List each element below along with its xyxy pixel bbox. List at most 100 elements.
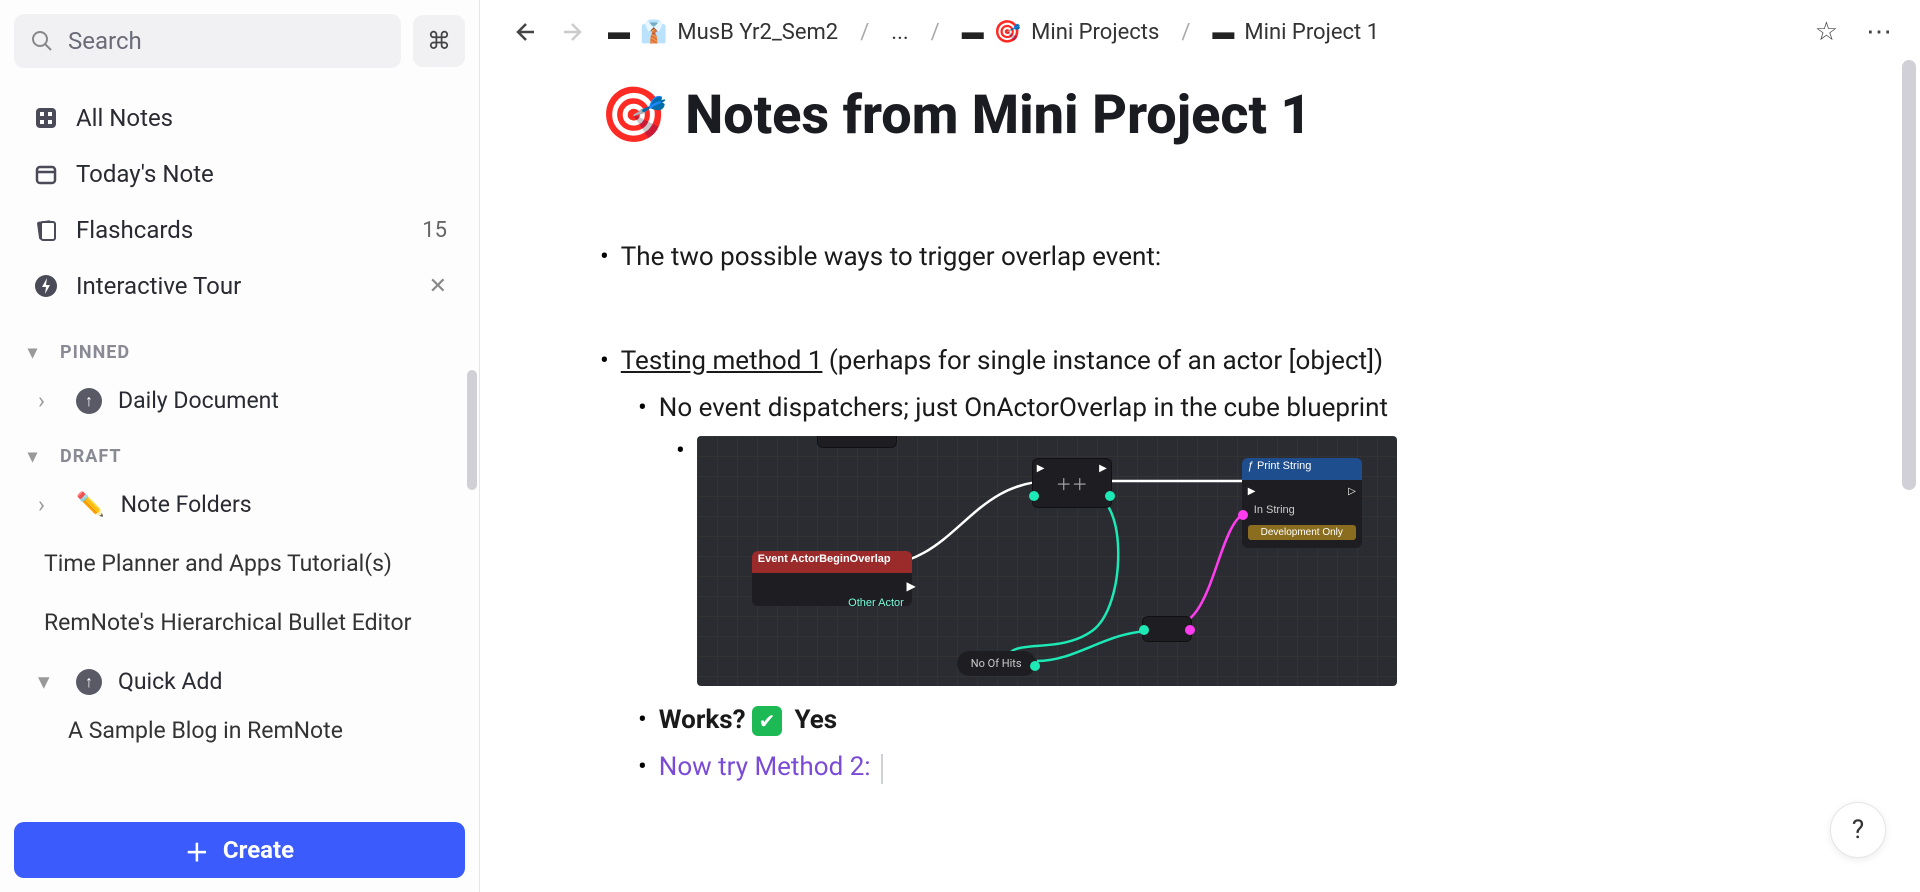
blueprint-screenshot: Event ActorBeginOverlap Other Actor ▶ ＋＋… <box>697 436 1397 686</box>
section-pinned[interactable]: ▾ PINNED <box>0 326 479 371</box>
quick-add[interactable]: ▾ ↑ Quick Add <box>10 656 469 707</box>
item-remnote-editor[interactable]: RemNote's Hierarchical Bullet Editor <box>10 597 469 648</box>
underline-text: Testing method 1 <box>621 346 823 376</box>
node-print-string: ƒ Print String ▶ ▷ In String Development… <box>1242 458 1362 548</box>
bullet-line[interactable]: • No event dispatchers; just OnActorOver… <box>638 388 1800 430</box>
breadcrumb-1[interactable]: ▬ 👔 MusB Yr2_Sem2 <box>608 19 838 45</box>
bullet-line[interactable]: • Now try Method 2: <box>638 747 1800 789</box>
node-pin-label: Other Actor <box>760 597 904 609</box>
draft-item-label: Note Folders <box>121 491 252 518</box>
nav-back-button[interactable] <box>508 16 540 48</box>
plus-icon: ＋ <box>185 833 209 868</box>
grid-icon <box>32 106 60 130</box>
line-text: Testing method 1 (perhaps for single ins… <box>621 341 1383 383</box>
nav-flashcards-label: Flashcards <box>76 216 193 244</box>
breadcrumb-label: MusB Yr2_Sem2 <box>677 20 838 45</box>
bullet-dot: • <box>600 237 609 279</box>
quick-add-child[interactable]: A Sample Blog in RemNote <box>10 717 469 744</box>
bullet-dot: • <box>676 436 685 686</box>
main-area: ▬ 👔 MusB Yr2_Sem2 / ... / ▬ 🎯 Mini Proje… <box>480 0 1920 892</box>
page-title[interactable]: 🎯 Notes from Mini Project 1 <box>600 84 1800 147</box>
pinned-daily-document[interactable]: › ↑ Daily Document <box>10 375 469 426</box>
circle-up-icon: ↑ <box>76 669 102 695</box>
create-label: Create <box>223 836 294 864</box>
folder-icon: ▬ <box>1212 19 1234 45</box>
node-variable: No Of Hits <box>957 651 1036 676</box>
flashcards-count: 15 <box>422 218 447 243</box>
bullet-dot: • <box>600 341 609 383</box>
breadcrumb-3[interactable]: ▬ Mini Project 1 <box>1212 19 1379 45</box>
item-label: RemNote's Hierarchical Bullet Editor <box>44 609 411 636</box>
command-key-button[interactable]: ⌘ <box>413 15 465 67</box>
chevron-right-icon[interactable]: › <box>38 491 56 518</box>
node-title: Event ActorBeginOverlap <box>758 553 891 565</box>
breadcrumb-sep: / <box>856 20 873 45</box>
topbar-actions: ☆ ⋯ <box>1815 17 1892 47</box>
nav-interactive-tour[interactable]: Interactive Tour ✕ <box>10 260 469 312</box>
search-input[interactable]: Search <box>14 14 401 68</box>
section-draft[interactable]: ▾ DRAFT <box>0 430 479 475</box>
embedded-image-row[interactable]: • Event ActorBeginOverlap Other Actor ▶ <box>676 436 1800 686</box>
main-scrollbar[interactable] <box>1902 60 1916 490</box>
bullet-line[interactable]: • Works? ✔ Yes <box>638 700 1800 742</box>
line-text: Works? ✔ Yes <box>659 700 837 742</box>
chevron-down-icon: ▾ <box>28 342 46 363</box>
quick-add-child-label: A Sample Blog in RemNote <box>68 717 343 744</box>
breadcrumb-sep: / <box>1177 20 1194 45</box>
node-stub <box>817 436 897 448</box>
close-icon[interactable]: ✕ <box>429 274 447 299</box>
node-increment: ＋＋ ▶ ▶ <box>1032 458 1112 508</box>
bolt-icon <box>32 274 60 298</box>
chevron-right-icon[interactable]: › <box>38 387 56 414</box>
nav-todays-note-label: Today's Note <box>76 160 214 188</box>
cards-icon <box>32 218 60 242</box>
node-bridge <box>1142 616 1192 642</box>
chevron-down-icon: ▾ <box>28 446 46 467</box>
breadcrumb-sep: / <box>927 20 944 45</box>
section-pinned-label: PINNED <box>60 342 130 363</box>
works-answer: Yes <box>794 705 837 735</box>
breadcrumb-ellipsis[interactable]: ... <box>891 20 908 45</box>
line-text: The two possible ways to trigger overlap… <box>621 237 1161 279</box>
star-icon[interactable]: ☆ <box>1815 17 1838 47</box>
document-body[interactable]: 🎯 Notes from Mini Project 1 • The two po… <box>480 64 1920 892</box>
more-icon[interactable]: ⋯ <box>1866 17 1892 47</box>
nav-interactive-tour-label: Interactive Tour <box>76 272 241 300</box>
arrow-left-icon <box>512 20 536 44</box>
sidebar-scrollbar[interactable] <box>467 370 477 490</box>
node-title: ƒ Print String <box>1248 460 1312 472</box>
folder-icon: ▬ <box>962 19 984 45</box>
item-label: Time Planner and Apps Tutorial(s) <box>44 550 392 577</box>
nav-forward-button[interactable] <box>558 16 590 48</box>
search-row: Search ⌘ <box>0 0 479 78</box>
item-time-planner[interactable]: Time Planner and Apps Tutorial(s) <box>10 538 469 589</box>
circle-up-icon: ↑ <box>76 388 102 414</box>
check-icon: ✔ <box>752 706 782 736</box>
method2-link[interactable]: Now try Method 2: <box>659 752 871 782</box>
arrow-right-icon <box>562 20 586 44</box>
bullet-line[interactable]: • The two possible ways to trigger overl… <box>600 237 1800 279</box>
breadcrumb-emoji: 👔 <box>640 20 667 45</box>
breadcrumb-emoji: 🎯 <box>994 20 1021 45</box>
search-icon <box>30 29 54 53</box>
title-emoji: 🎯 <box>600 84 667 147</box>
primary-nav: All Notes Today's Note Flashcards 15 Int… <box>0 78 479 326</box>
nav-flashcards[interactable]: Flashcards 15 <box>10 204 469 256</box>
dev-only-badge: Development Only <box>1248 525 1356 540</box>
pencil-icon: ✏️ <box>76 491 105 518</box>
text-cursor <box>881 754 883 784</box>
pinned-item-label: Daily Document <box>118 387 279 414</box>
quick-add-label: Quick Add <box>118 668 222 695</box>
node-event: Event ActorBeginOverlap Other Actor ▶ <box>752 551 912 606</box>
bullet-dot: • <box>638 700 647 742</box>
create-button[interactable]: ＋ Create <box>14 822 465 878</box>
breadcrumb-2[interactable]: ▬ 🎯 Mini Projects <box>962 19 1160 45</box>
nav-all-notes[interactable]: All Notes <box>10 92 469 144</box>
sidebar: Search ⌘ All Notes Today's Note Flashcar… <box>0 0 480 892</box>
chevron-down-icon[interactable]: ▾ <box>38 668 56 695</box>
bullet-line[interactable]: • Testing method 1 (perhaps for single i… <box>600 341 1800 383</box>
title-text: Notes from Mini Project 1 <box>685 84 1311 147</box>
nav-todays-note[interactable]: Today's Note <box>10 148 469 200</box>
draft-note-folders[interactable]: › ✏️ Note Folders <box>10 479 469 530</box>
help-button[interactable]: ? <box>1830 802 1886 858</box>
